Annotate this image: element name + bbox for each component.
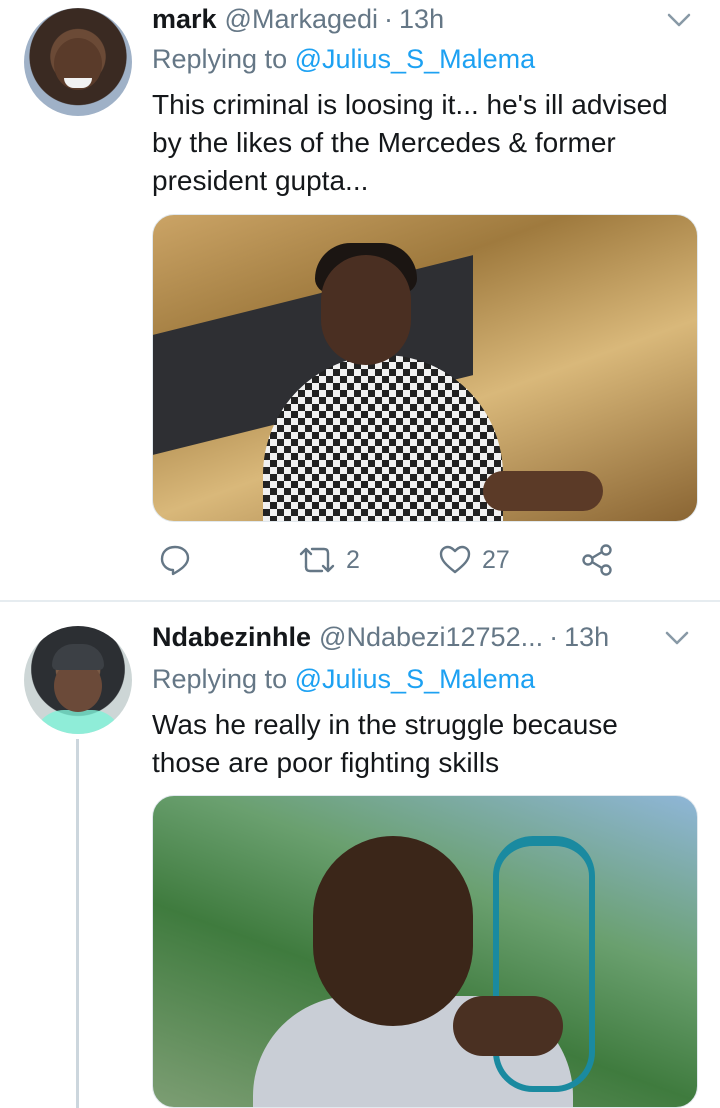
- photo-hand: [453, 996, 563, 1056]
- photo-head: [321, 255, 411, 365]
- like-count: 27: [482, 545, 510, 574]
- avatar[interactable]: [24, 8, 132, 116]
- tweet-actions: 2 27: [152, 538, 622, 582]
- retweet-count: 2: [346, 545, 360, 574]
- share-icon: [580, 543, 614, 577]
- reply-icon: [158, 543, 192, 577]
- separator-dot: ·: [384, 4, 394, 34]
- thread-line: [76, 739, 79, 1108]
- replying-to-link[interactable]: @Julius_S_Malema: [295, 44, 536, 74]
- replying-to: Replying to @Julius_S_Malema: [152, 44, 535, 75]
- replying-to: Replying to @Julius_S_Malema: [152, 664, 535, 695]
- tweet[interactable]: mark @Markagedi · 13h Replying to @Juliu…: [0, 0, 720, 600]
- tweet[interactable]: Ndabezinhle @Ndabezi12752... · 13h Reply…: [0, 602, 720, 1108]
- retweet-icon: [298, 543, 336, 577]
- tweet-media-photo[interactable]: [152, 214, 698, 522]
- tweet-header: Ndabezinhle @Ndabezi12752... · 13h: [152, 622, 609, 658]
- replying-prefix: Replying to: [152, 44, 288, 74]
- avatar[interactable]: [24, 626, 132, 734]
- like-button[interactable]: 27: [438, 538, 510, 582]
- like-icon: [438, 543, 472, 577]
- user-handle[interactable]: @Ndabezi12752...: [319, 622, 543, 653]
- avatar-cap: [52, 644, 104, 670]
- display-name[interactable]: Ndabezinhle: [152, 622, 311, 653]
- share-button[interactable]: [580, 538, 614, 582]
- replying-to-link[interactable]: @Julius_S_Malema: [295, 664, 536, 694]
- retweet-button[interactable]: 2: [298, 538, 360, 582]
- photo-head: [313, 836, 473, 1026]
- avatar-shirt: [34, 710, 122, 734]
- user-handle[interactable]: @Markagedi: [225, 4, 378, 35]
- tweet-header: mark @Markagedi · 13h: [152, 4, 444, 40]
- timestamp[interactable]: 13h: [564, 622, 609, 653]
- tweet-text: Was he really in the struggle because th…: [152, 709, 618, 778]
- display-name[interactable]: mark: [152, 4, 217, 35]
- reply-button[interactable]: [158, 538, 192, 582]
- tweet-media-photo[interactable]: [152, 795, 698, 1108]
- tweet-text: This criminal is loosing it... he's ill …: [152, 89, 668, 196]
- replying-prefix: Replying to: [152, 664, 288, 694]
- photo-hand: [483, 471, 603, 511]
- separator-dot: ·: [549, 622, 559, 652]
- chevron-down-icon[interactable]: [666, 10, 692, 30]
- timestamp[interactable]: 13h: [399, 4, 444, 35]
- chevron-down-icon[interactable]: [664, 628, 690, 648]
